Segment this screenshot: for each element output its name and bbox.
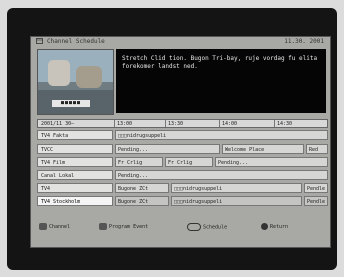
- program-cell[interactable]: Pending...: [115, 170, 328, 180]
- program-cell[interactable]: Pendle: [304, 196, 328, 206]
- channel-name[interactable]: TV4 Film: [37, 157, 113, 167]
- page-title: Channel Schedule: [47, 38, 105, 45]
- program-cell[interactable]: Pendle: [304, 183, 328, 193]
- channel-name[interactable]: Canal Lokal: [37, 170, 113, 180]
- time-slot: 14:30: [277, 121, 293, 127]
- program-cell[interactable]: Bugone ZCt: [115, 196, 169, 206]
- legend-program-event[interactable]: Program Event: [99, 223, 148, 230]
- preview-figure: [76, 66, 102, 88]
- divider: [114, 120, 115, 127]
- timeline-header: 2001/11 30– 13:00 13:30 14:00 14:30: [37, 119, 328, 128]
- video-preview: ■■■■■: [37, 49, 114, 115]
- preview-figure: [48, 60, 70, 86]
- program-event-icon: [99, 223, 107, 230]
- epg-screen: Channel Schedule 11.30. 2001 ■■■■■ Stret…: [30, 36, 331, 248]
- legend-schedule[interactable]: Schedule: [187, 223, 227, 231]
- program-cell[interactable]: Fr Crlig: [115, 157, 163, 167]
- program-cell[interactable]: Welcome Place: [222, 144, 304, 154]
- program-cell[interactable]: □□□nidrugsuppeli: [171, 196, 302, 206]
- channel-row[interactable]: TV4 Bugone ZCt □□□nidrugsuppeli Pendle: [37, 183, 328, 193]
- program-cell[interactable]: Fr Crlig: [165, 157, 213, 167]
- channel-row[interactable]: TV4 Stockholm Bugone ZCt □□□nidrugsuppel…: [37, 196, 328, 206]
- program-cell[interactable]: Pending...: [215, 157, 328, 167]
- program-cell[interactable]: □□□nidrugsuppeli: [171, 183, 302, 193]
- divider: [274, 120, 275, 127]
- channel-row[interactable]: TV4 Fakta □□□nidrugsuppeli: [37, 130, 328, 140]
- return-icon: [261, 223, 268, 230]
- channel-row[interactable]: TV4 Film Fr Crlig Fr Crlig Pending...: [37, 157, 328, 167]
- channel-logo: ■■■■■: [52, 100, 90, 107]
- program-cell[interactable]: □□□nidrugsuppeli: [115, 130, 328, 140]
- channel-row[interactable]: Canal Lokal Pending...: [37, 170, 328, 180]
- program-description: Stretch Clid tion. Bugon Tri-bay, ruje v…: [116, 49, 326, 113]
- program-cell[interactable]: Pending...: [115, 144, 220, 154]
- legend-return[interactable]: Return: [261, 223, 288, 230]
- divider: [219, 120, 220, 127]
- calendar-icon: [36, 38, 43, 44]
- channel-name[interactable]: TV4 Fakta: [37, 130, 113, 140]
- program-cell[interactable]: Red: [306, 144, 328, 154]
- channel-name[interactable]: TVCC: [37, 144, 113, 154]
- program-cell[interactable]: Bugone ZCt: [115, 183, 169, 193]
- time-slot: 13:00: [117, 121, 133, 127]
- footer-legend: Channel Program Event Schedule Return: [37, 221, 328, 235]
- schedule-icon: [187, 223, 201, 231]
- channel-name-selected[interactable]: TV4 Stockholm: [37, 196, 113, 206]
- channel-icon: [39, 223, 47, 230]
- timeline-date: 2001/11 30–: [41, 121, 75, 127]
- divider: [165, 120, 166, 127]
- channel-row[interactable]: TVCC Pending... Welcome Place Red: [37, 144, 328, 154]
- time-slot: 14:00: [222, 121, 238, 127]
- tv-frame: Channel Schedule 11.30. 2001 ■■■■■ Stret…: [7, 8, 337, 270]
- channel-name[interactable]: TV4: [37, 183, 113, 193]
- legend-channel[interactable]: Channel: [39, 223, 70, 230]
- title-bar: Channel Schedule 11.30. 2001: [31, 37, 330, 46]
- time-slot: 13:30: [168, 121, 184, 127]
- current-date: 11.30. 2001: [284, 38, 324, 45]
